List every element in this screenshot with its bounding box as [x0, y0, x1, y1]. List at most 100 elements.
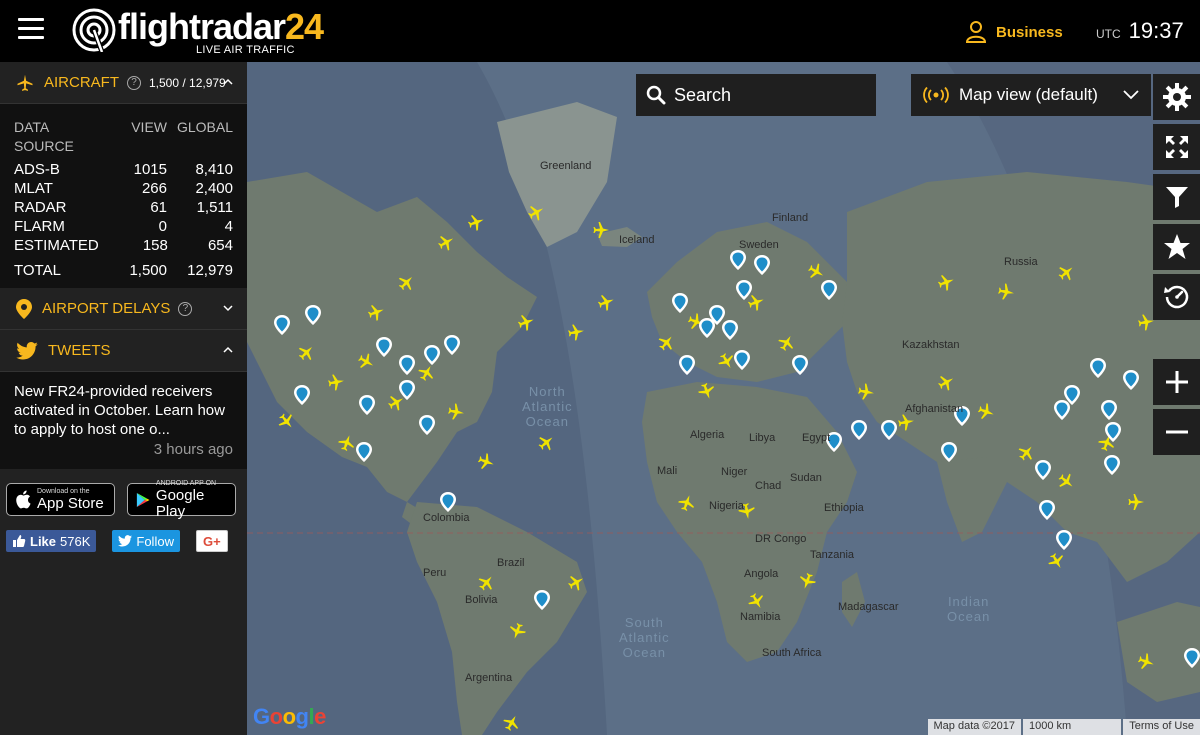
map-label: Egypt [802, 432, 831, 444]
thumbs-up-icon [13, 535, 26, 547]
search-input[interactable]: Search [636, 74, 876, 116]
airport-delays-title: AIRPORT DELAYS [42, 300, 171, 317]
airplane-icon [17, 74, 33, 91]
playback-button[interactable] [1153, 274, 1200, 320]
terms-of-use-link[interactable]: Terms of Use [1123, 719, 1200, 735]
facebook-like-button[interactable]: Like 576K [6, 530, 97, 552]
help-icon[interactable]: ? [178, 301, 193, 316]
apple-icon [16, 490, 31, 509]
filter-button[interactable] [1153, 174, 1200, 220]
sidebar: AIRCRAFT ? 1,500 / 12,979 DATA SOURCE VI… [0, 62, 247, 735]
chevron-up-icon[interactable] [223, 345, 233, 355]
map-label: Chad [755, 480, 782, 492]
app-store-links: Download on the App Store ANDROID APP ON… [0, 469, 247, 524]
map-label: Tanzania [810, 549, 855, 561]
aircraft-title: AIRCRAFT [44, 74, 119, 91]
google-play-label: Google Play [155, 486, 205, 520]
settings-button[interactable] [1153, 74, 1200, 120]
google-plus-button[interactable]: G+ [195, 530, 228, 552]
map-label: Nigeria [709, 500, 744, 512]
user-icon [966, 21, 986, 43]
aircraft-count: 1,500 / 12,979 [149, 75, 226, 90]
radar-logo-icon [72, 8, 116, 52]
menu-hamburger-icon[interactable] [18, 18, 44, 40]
like-count: 576K [60, 533, 91, 549]
chevron-down-icon[interactable] [223, 303, 233, 313]
search-label: Search [674, 84, 732, 105]
map-label: Sweden [739, 239, 779, 251]
zoom-in-button[interactable] [1153, 359, 1200, 405]
map-toolbar [1153, 74, 1200, 324]
star-icon [1163, 234, 1190, 259]
favorites-button[interactable] [1153, 224, 1200, 270]
tweets-panel-header[interactable]: TWEETS [0, 330, 247, 372]
plus-icon [1165, 371, 1188, 393]
ocean-label: North Atlantic Ocean [522, 384, 573, 429]
tweets-title: TWEETS [48, 342, 111, 359]
business-label: Business [996, 23, 1063, 41]
google-play-button[interactable]: ANDROID APP ON Google Play [127, 480, 236, 519]
map-label: Sudan [790, 472, 822, 484]
minus-icon [1165, 430, 1188, 434]
tweet-item[interactable]: New FR24-provided receivers activated in… [0, 372, 247, 469]
map-attribution: Map data ©2017 1000 km Terms of Use [926, 719, 1200, 735]
map-label: Niger [721, 466, 748, 478]
follow-label: Follow [136, 533, 174, 549]
flightradar24-logo[interactable]: flightradar24 LIVE AIR TRAFFIC [72, 6, 324, 58]
map-label: Namibia [740, 611, 781, 623]
table-row: ESTIMATED 158 654 [14, 237, 233, 254]
map-view-dropdown[interactable]: Map view (default) [911, 74, 1151, 116]
app-store-label: App Store [37, 494, 104, 512]
map-label: Mali [657, 465, 678, 477]
ocean-label: Indian Ocean [947, 594, 991, 624]
table-total-row: TOTAL 1,500 12,979 [14, 262, 233, 279]
map-data-credit[interactable]: Map data ©2017 [927, 719, 1021, 735]
flight-map[interactable]: Greenland Iceland Finland Sweden Russia … [247, 62, 1200, 735]
map-label: Bolivia [465, 594, 498, 606]
fullscreen-button[interactable] [1153, 124, 1200, 170]
ocean-label: South Atlantic Ocean [619, 615, 670, 660]
utc-time: 19:37 [1128, 18, 1184, 43]
logo-tagline: LIVE AIR TRAFFIC [196, 44, 295, 56]
world-map[interactable] [247, 62, 1200, 735]
chevron-up-icon[interactable] [223, 77, 233, 87]
utc-clock: UTC 19:37 [1096, 18, 1184, 44]
app-store-button[interactable]: Download on the App Store [6, 483, 115, 516]
map-label: Algeria [690, 429, 725, 441]
table-row: FLARM 0 4 [14, 218, 233, 235]
google-plus-label: G+ [202, 533, 221, 549]
social-buttons: Like 576K Follow G+ [0, 524, 247, 558]
zoom-out-button[interactable] [1153, 409, 1200, 455]
map-label: Madagascar [838, 601, 899, 613]
gear-icon [1162, 83, 1191, 111]
business-account-link[interactable]: Business [966, 18, 1063, 46]
help-icon[interactable]: ? [127, 75, 141, 90]
top-bar: flightradar24 LIVE AIR TRAFFIC Business … [0, 0, 1200, 62]
map-label: Iceland [619, 234, 655, 246]
map-label: Colombia [423, 512, 470, 524]
filter-icon [1165, 187, 1188, 208]
logo-wordmark: flightradar24 [118, 6, 324, 47]
google-logo[interactable]: Google [253, 704, 326, 730]
tweet-text: New FR24-provided receivers activated in… [14, 383, 225, 438]
google-play-icon [136, 492, 150, 507]
tweet-timestamp: 3 hours ago [153, 441, 233, 458]
map-label: Ethiopia [824, 502, 864, 514]
map-label: Afghanistan [905, 403, 964, 415]
map-view-label: Map view (default) [959, 85, 1098, 104]
map-label: Finland [772, 212, 809, 224]
map-label: Brazil [497, 557, 525, 569]
twitter-follow-button[interactable]: Follow [112, 530, 180, 552]
twitter-bird-icon [16, 341, 38, 359]
table-row: ADS-B 1015 8,410 [14, 161, 233, 178]
map-label: Russia [1004, 256, 1038, 268]
map-label: Peru [423, 567, 447, 579]
airport-delays-panel-header[interactable]: AIRPORT DELAYS ? [0, 288, 247, 330]
chevron-down-icon [1123, 90, 1139, 100]
utc-label: UTC [1096, 27, 1121, 41]
data-source-table: DATA SOURCE VIEW GLOBAL ADS-B 1015 8,410… [0, 104, 247, 288]
zoom-controls [1153, 359, 1200, 459]
aircraft-panel-header[interactable]: AIRCRAFT ? 1,500 / 12,979 [0, 62, 247, 104]
expand-icon [1165, 136, 1188, 158]
history-playback-icon [1163, 285, 1188, 309]
